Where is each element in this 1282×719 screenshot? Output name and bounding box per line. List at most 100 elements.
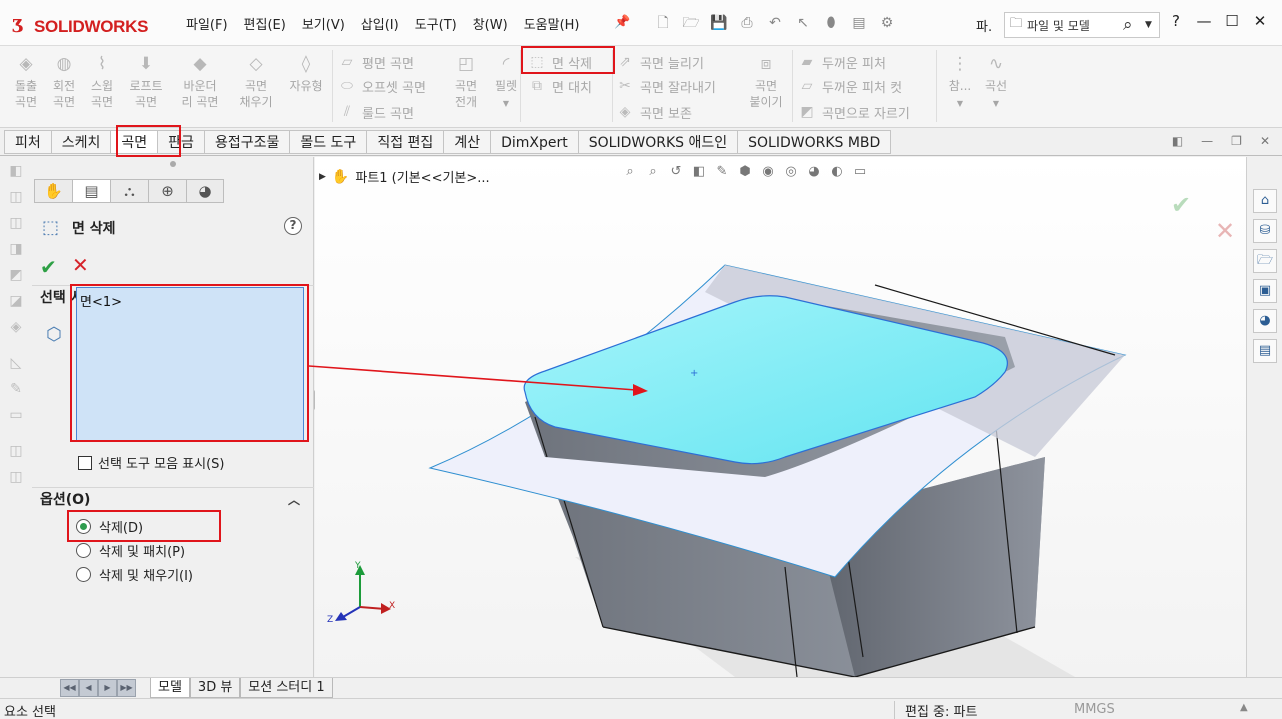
next-tab-icon[interactable]: ▶ (98, 679, 117, 697)
design-library-icon[interactable]: ⛁ (1253, 219, 1277, 243)
new-document-icon[interactable]: 🗋 (652, 12, 674, 34)
close-icon[interactable]: ✕ (1252, 12, 1268, 30)
extend-surface-button[interactable]: ⇗ 곡면 늘리기 (616, 50, 704, 74)
menu-tools[interactable]: 도구(T) (407, 14, 465, 33)
offset-surface-button[interactable]: ⬭ 오프셋 곡면 (338, 74, 426, 98)
select-arrow-icon[interactable]: ↖ (792, 12, 814, 34)
option-delete-patch-radio[interactable]: 삭제 및 패치(P) (76, 541, 185, 560)
feature-tree-flyout[interactable]: ▶ ✋ 파트1 (기본<<기본>... (319, 167, 490, 187)
menu-help[interactable]: 도움말(H) (516, 14, 588, 33)
tool-strip-icon[interactable]: ◨ (6, 241, 26, 261)
undo-icon[interactable]: ↶ (764, 12, 786, 34)
apply-scene-icon[interactable]: ◐ (828, 163, 846, 181)
sweep-surface-button[interactable]: ⌇ 스윕 곡면 (80, 56, 124, 110)
chevron-down-icon[interactable]: ▼ (993, 99, 999, 108)
checkbox[interactable] (78, 455, 92, 470)
help-dropdown-icon[interactable]: ? (1168, 12, 1184, 30)
display-style-icon[interactable]: ◉ (759, 163, 777, 181)
quick-access-overflow[interactable]: 파. (976, 16, 992, 35)
confirm-corner-cancel-icon[interactable]: ✕ (1215, 217, 1235, 245)
tool-strip-icon[interactable]: ◩ (6, 267, 26, 287)
zoom-to-fit-icon[interactable]: ⌕ (621, 163, 639, 181)
restore-left-icon[interactable]: ◧ (1172, 134, 1183, 148)
graphics-area[interactable]: + ▶ ✋ 파트1 (기본<<기본>... ⌕ ⌕ ↺ ◧ ✎ ⬢ ◉ ◎ ◕ … (315, 157, 1246, 677)
chevron-down-icon[interactable]: ▼ (1145, 20, 1159, 30)
cut-with-surface-button[interactable]: ◩ 곡면으로 자르기 (798, 100, 909, 124)
restore-doc-icon[interactable]: ❐ (1231, 134, 1242, 148)
knit-surface-button[interactable]: ⧈ 곡면 붙이기 (744, 56, 788, 110)
file-explorer-icon[interactable]: 🗁 (1253, 249, 1277, 273)
tab-direct-editing[interactable]: 직접 편집 (367, 130, 445, 154)
tab-motion-study[interactable]: 모션 스터디 1 (240, 678, 333, 698)
tool-strip-icon[interactable]: ◪ (6, 293, 26, 313)
tab-features[interactable]: 피처 (4, 130, 52, 154)
custom-properties-icon[interactable]: ▤ (1253, 339, 1277, 363)
open-icon[interactable]: 🗁 (680, 12, 702, 34)
view-orientation-icon[interactable]: ⬢ (736, 163, 754, 181)
untrim-surface-button[interactable]: ◈ 곡면 보존 (616, 100, 692, 124)
curves-button[interactable]: ∿ 곡선 ▼ (974, 56, 1018, 112)
prev-tab-icon[interactable]: ◀ (79, 679, 98, 697)
file-properties-icon[interactable]: ▤ (848, 12, 870, 34)
tab-evaluate[interactable]: 계산 (444, 130, 492, 154)
tab-mold-tools[interactable]: 몰드 도구 (290, 130, 368, 154)
freeform-button[interactable]: ◊ 자유형 (284, 56, 328, 94)
maximize-icon[interactable]: ☐ (1224, 12, 1240, 30)
last-tab-icon[interactable]: ▶▶ (117, 679, 136, 697)
home-icon[interactable]: ⌂ (1253, 189, 1277, 213)
rebuild-icon[interactable]: ⬮ (820, 12, 842, 34)
tab-3d-view[interactable]: 3D 뷰 (189, 678, 241, 698)
configuration-manager-tab-icon[interactable]: ⛬ (110, 179, 148, 203)
ruled-surface-button[interactable]: ⫽ 룰드 곡면 (338, 100, 414, 124)
view-palette-icon[interactable]: ▣ (1253, 279, 1277, 303)
pin-icon[interactable]: 📌 (614, 16, 630, 30)
menu-insert[interactable]: 삽입(I) (353, 14, 407, 33)
replace-face-button[interactable]: ⧉ 면 대치 (528, 74, 592, 98)
menu-edit[interactable]: 편집(E) (236, 14, 294, 33)
ok-button[interactable]: ✔ (40, 255, 57, 279)
appearances-icon[interactable]: ◕ (1253, 309, 1277, 333)
feature-manager-tab-icon[interactable]: ✋ (34, 179, 72, 203)
show-selection-toolbar-checkbox[interactable]: 선택 도구 모음 표시(S) (78, 453, 224, 472)
display-manager-tab-icon[interactable]: ◕ (186, 179, 224, 203)
edit-appearance-icon[interactable]: ◕ (805, 163, 823, 181)
tool-strip-icon[interactable]: ◈ (6, 319, 26, 339)
zoom-to-area-icon[interactable]: ⌕ (644, 163, 662, 181)
loft-surface-button[interactable]: ⬇ 로프트 곡면 (124, 56, 168, 110)
expand-arrow-icon[interactable]: ▶ (319, 172, 326, 182)
tool-strip-icon[interactable]: ◫ (6, 469, 26, 489)
search-box[interactable]: 🗀 파일 및 모델 ⌕ ▼ (1004, 12, 1160, 38)
property-manager-tab-icon[interactable]: ▤ (72, 179, 110, 203)
tab-weldments[interactable]: 용접구조물 (204, 130, 291, 154)
panel-drag-handle[interactable] (170, 161, 176, 167)
fill-surface-button[interactable]: ◇ 곡면 채우기 (234, 56, 278, 110)
planar-surface-button[interactable]: ▱ 평면 곡면 (338, 50, 414, 74)
menu-window[interactable]: 창(W) (465, 14, 516, 33)
radio-button[interactable] (76, 567, 91, 582)
tool-strip-icon[interactable]: ◧ (6, 163, 26, 183)
menu-file[interactable]: 파일(F) (178, 14, 236, 33)
previous-view-icon[interactable]: ↺ (667, 163, 685, 181)
boundary-surface-button[interactable]: ◆ 바운더 리 곡면 (178, 56, 222, 110)
minimize-icon[interactable]: — (1196, 12, 1212, 30)
options-section-header[interactable]: 옵션(O) ︿ (32, 487, 314, 511)
option-delete-fill-radio[interactable]: 삭제 및 채우기(I) (76, 565, 193, 584)
tool-strip-icon[interactable]: ◫ (6, 443, 26, 463)
dynamic-annotation-icon[interactable]: ✎ (713, 163, 731, 181)
trim-surface-button[interactable]: ✂ 곡면 잘라내기 (616, 74, 716, 98)
confirm-corner-ok-icon[interactable]: ✔ (1171, 191, 1191, 219)
tool-strip-icon[interactable]: ✎ (6, 381, 26, 401)
options-gear-icon[interactable]: ⚙ (876, 12, 898, 34)
help-icon[interactable]: ? (284, 217, 302, 235)
dimxpert-manager-tab-icon[interactable]: ⊕ (148, 179, 186, 203)
thickened-cut-button[interactable]: ▱ 두꺼운 피처 컷 (798, 74, 902, 98)
unit-system[interactable]: MMGS (1074, 702, 1115, 717)
tab-addins[interactable]: SOLIDWORKS 애드인 (578, 130, 739, 154)
close-doc-icon[interactable]: ✕ (1260, 134, 1270, 148)
view-settings-icon[interactable]: ▭ (851, 163, 869, 181)
print-icon[interactable]: ⎙ (736, 12, 758, 34)
chevron-up-icon[interactable]: ︿ (288, 488, 300, 512)
save-icon[interactable]: 💾 (708, 12, 730, 34)
chevron-down-icon[interactable]: ▼ (503, 99, 509, 108)
minimize-doc-icon[interactable]: — (1201, 134, 1213, 148)
